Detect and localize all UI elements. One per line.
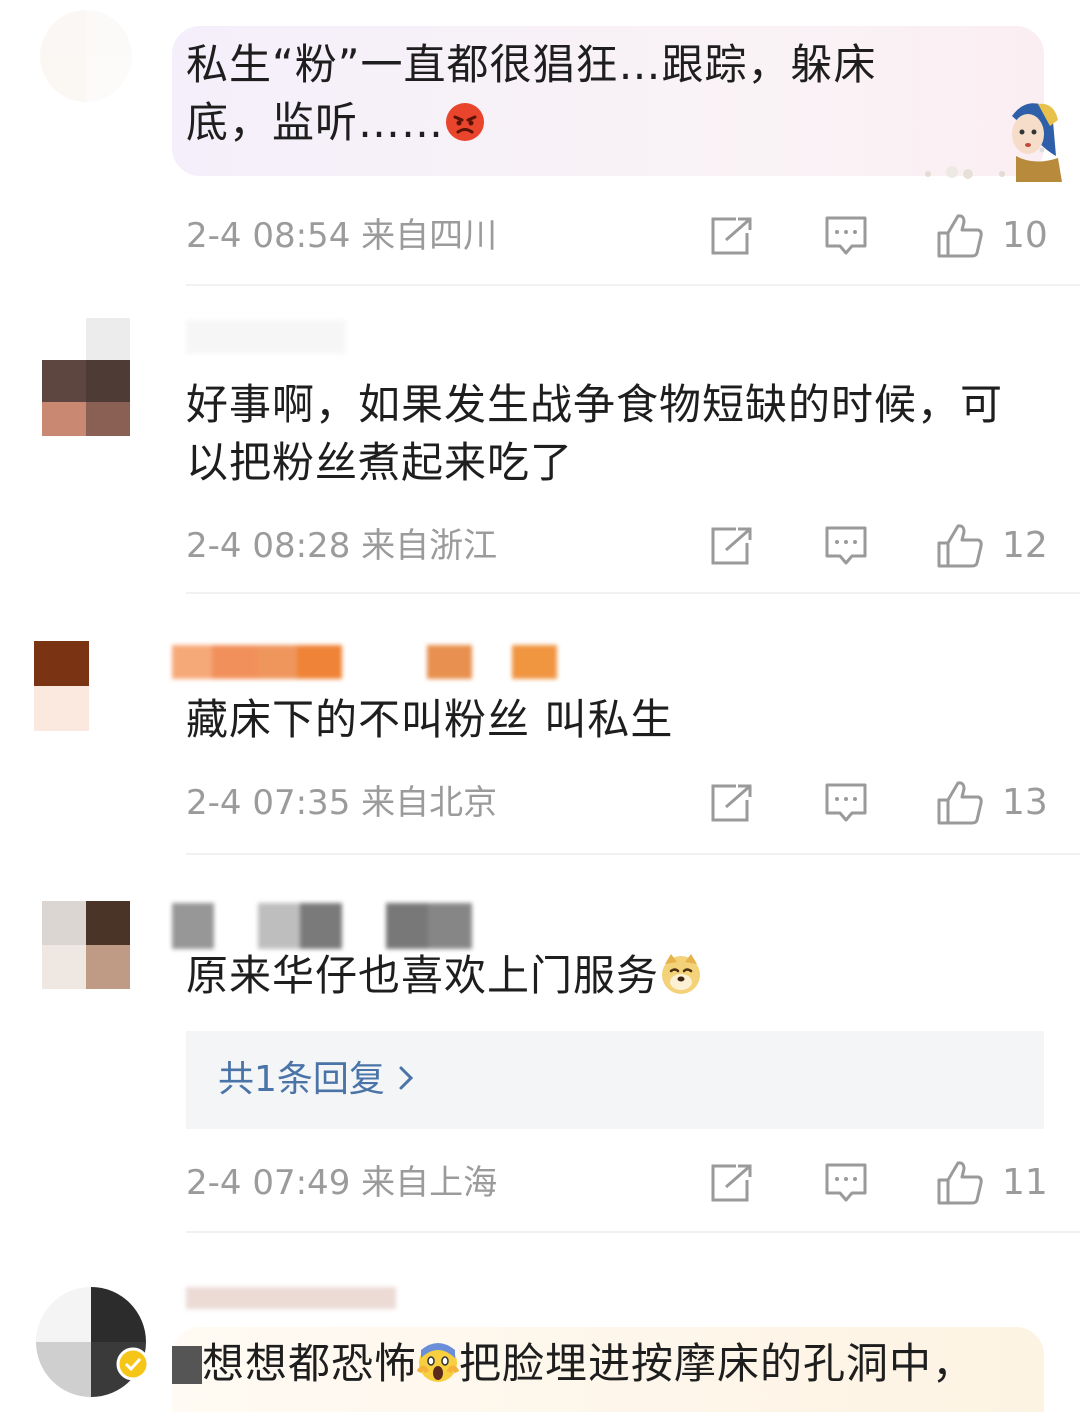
share-button[interactable]	[710, 214, 754, 258]
comment-3: 藏床下的不叫粉丝 叫私生 2-4 07:35 来自北京 13	[0, 595, 1080, 855]
thumbs-up-icon	[937, 781, 983, 825]
share-button[interactable]	[710, 524, 754, 568]
username[interactable]	[172, 645, 560, 679]
avatar[interactable]	[42, 318, 130, 436]
comment-1: 私生“粉”一直都很猖狂…跟踪，躲床 底，监听…… 2-4 08:54 来自四川 …	[0, 0, 1080, 290]
replies-box[interactable]: 共1条回复	[186, 1031, 1044, 1129]
share-button[interactable]	[710, 1161, 754, 1205]
comment-time: 2-4 07:35 来自北京	[186, 783, 498, 823]
comment-meta: 2-4 07:49 来自上海 11	[186, 1161, 1048, 1205]
comment-meta: 2-4 08:28 来自浙江 12	[186, 524, 1048, 568]
thumbs-up-icon	[937, 524, 983, 568]
comment-text[interactable]: 好事啊，如果发生战争食物短缺的时候，可 以把粉丝煮起来吃了	[186, 376, 1056, 492]
comment-meta: 2-4 08:54 来自四川 10	[186, 214, 1048, 258]
username[interactable]	[186, 320, 346, 354]
comment-text[interactable]: 藏床下的不叫粉丝 叫私生	[186, 691, 1056, 749]
comment-text[interactable]: 私生“粉”一直都很猖狂…跟踪，躲床 底，监听……	[186, 36, 1056, 158]
divider	[186, 592, 1080, 594]
comment-text[interactable]: 想想都恐怖 把脸埋进按摩床的孔洞中，	[172, 1335, 1056, 1399]
username[interactable]	[172, 903, 472, 949]
comment-icon	[825, 526, 867, 565]
like-count: 13	[1002, 782, 1048, 823]
share-icon	[711, 527, 752, 565]
like-button[interactable]: 13	[936, 781, 1048, 825]
like-count: 12	[1002, 525, 1048, 566]
comment-icon	[825, 783, 867, 822]
username[interactable]	[186, 1287, 396, 1309]
comment-text[interactable]: 原来华仔也喜欢上门服务	[186, 947, 1056, 1011]
share-icon	[711, 1164, 752, 1202]
reply-button[interactable]	[824, 214, 868, 258]
like-button[interactable]: 12	[936, 524, 1048, 568]
share-icon	[711, 217, 752, 255]
comment-2: 好事啊，如果发生战争食物短缺的时候，可 以把粉丝煮起来吃了 2-4 08:28 …	[0, 290, 1080, 595]
comment-icon	[825, 216, 867, 255]
comment-meta: 2-4 07:35 来自北京 13	[186, 781, 1048, 825]
avatar[interactable]	[40, 10, 132, 102]
comment-icon	[825, 1163, 867, 1202]
reply-button[interactable]	[824, 1161, 868, 1205]
divider	[186, 284, 1080, 286]
avatar[interactable]	[34, 641, 144, 731]
censor-block	[172, 1346, 202, 1384]
share-icon	[711, 784, 752, 822]
bubble-pearls	[920, 160, 1010, 180]
like-button[interactable]: 10	[936, 214, 1048, 258]
comment-time: 2-4 07:49 来自上海	[186, 1163, 498, 1203]
comment-5: 想想都恐怖 把脸埋进按摩床的孔洞中，	[0, 1235, 1080, 1412]
like-count: 11	[1002, 1162, 1048, 1203]
reply-button[interactable]	[824, 781, 868, 825]
scream-face-icon	[416, 1341, 460, 1399]
reply-button[interactable]	[824, 524, 868, 568]
avatar[interactable]	[42, 901, 130, 989]
like-button[interactable]: 11	[936, 1161, 1048, 1205]
doge-icon	[659, 952, 703, 1011]
thumbs-up-icon	[937, 214, 983, 258]
chevron-right-icon	[396, 1059, 416, 1100]
comment-time: 2-4 08:54 来自四川	[186, 216, 498, 256]
view-replies-link[interactable]: 共1条回复	[218, 1057, 416, 1103]
angry-face-icon	[444, 100, 486, 158]
share-button[interactable]	[710, 781, 754, 825]
comment-4: 原来华仔也喜欢上门服务 共1条回复 2-4 07:49 来自上海 11	[0, 855, 1080, 1235]
verified-badge-icon	[116, 1347, 150, 1381]
like-count: 10	[1002, 215, 1048, 256]
thumbs-up-icon	[937, 1161, 983, 1205]
comment-time: 2-4 08:28 来自浙江	[186, 526, 498, 566]
divider	[186, 1231, 1080, 1233]
